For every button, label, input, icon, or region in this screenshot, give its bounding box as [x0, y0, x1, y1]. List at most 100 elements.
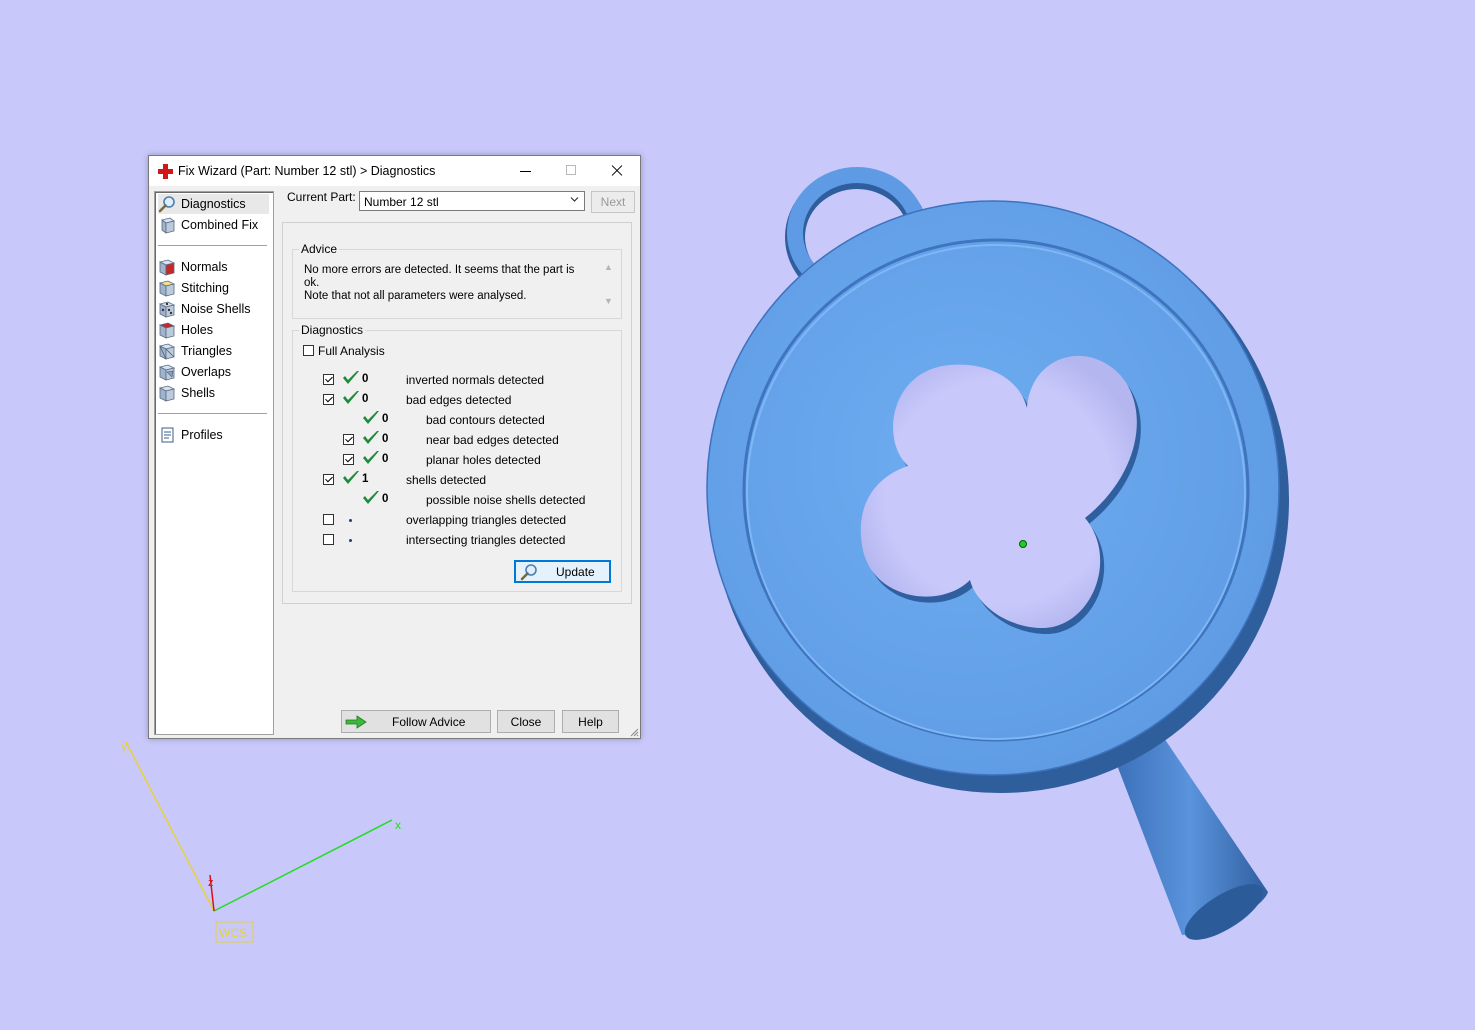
rotation-center-marker	[1019, 540, 1027, 548]
wcs-label: WCS	[219, 926, 247, 940]
close-window-button[interactable]	[594, 156, 640, 186]
z-axis-label: z	[208, 877, 214, 889]
scroll-down-icon[interactable]: ▼	[604, 296, 613, 306]
diagnostic-count: 0	[382, 433, 389, 445]
green-check-icon	[343, 371, 359, 384]
sidebar-item-holes[interactable]: Holes	[158, 320, 269, 340]
current-part-select[interactable]: Number 12 stl	[359, 191, 585, 211]
x-axis-label: x	[395, 818, 401, 832]
holes-cube-icon	[158, 321, 176, 339]
combined-fix-cube-icon	[158, 216, 176, 234]
diagnostic-count: 0	[382, 413, 389, 425]
shells-cube-icon	[158, 384, 176, 402]
diagnostic-count: 0	[362, 373, 369, 385]
advice-group-title: Advice	[299, 242, 340, 256]
diagnostic-label: overlapping triangles detected	[406, 513, 567, 527]
green-check-icon	[363, 451, 379, 464]
diagnostic-checkbox[interactable]	[323, 394, 334, 405]
diagnostic-count: 0	[382, 453, 389, 465]
diagnostic-label: possible noise shells detected	[426, 493, 586, 507]
update-label: Update	[556, 564, 595, 579]
diagnostic-label: inverted normals detected	[406, 373, 545, 387]
sidebar-item-stitching[interactable]: Stitching	[158, 278, 269, 298]
diagnostic-count: 1	[362, 473, 369, 485]
chevron-down-icon	[570, 197, 579, 202]
diagnostic-label: near bad edges detected	[426, 433, 559, 447]
sidebar-item-overlaps[interactable]: Overlaps	[158, 362, 269, 382]
maximize-button[interactable]	[549, 156, 595, 186]
resize-grip-icon[interactable]	[629, 727, 639, 737]
sidebar-item-triangles[interactable]: Triangles	[158, 341, 269, 361]
pending-dot-icon	[349, 519, 352, 522]
diagnostic-label: bad contours detected	[426, 413, 545, 427]
scroll-up-icon[interactable]: ▲	[604, 262, 613, 272]
green-check-icon	[363, 411, 379, 424]
sidebar-item-label: Shells	[181, 386, 216, 400]
sidebar-item-label: Diagnostics	[181, 197, 246, 211]
wcs-axes: y x z WCS	[121, 739, 401, 943]
model-quatrefoil-hole	[860, 355, 1141, 635]
update-button[interactable]: Update	[514, 560, 611, 583]
sidebar-item-label: Normals	[181, 260, 228, 274]
diagnostics-group-title: Diagnostics	[299, 323, 366, 337]
sidebar-item-label: Profiles	[181, 428, 223, 442]
magnifier-icon	[158, 195, 176, 213]
sidebar-item-label: Noise Shells	[181, 302, 251, 316]
diagnostic-checkbox[interactable]	[323, 374, 334, 385]
green-check-icon	[363, 431, 379, 444]
sidebar-item-label: Overlaps	[181, 365, 232, 379]
stitching-cube-icon	[158, 279, 176, 297]
green-check-icon	[343, 471, 359, 484]
minimize-button[interactable]	[503, 156, 549, 186]
sidebar-item-combined-fix[interactable]: Combined Fix	[158, 215, 269, 235]
diagnostic-checkbox[interactable]	[323, 474, 334, 485]
diagnostic-checkbox[interactable]	[343, 434, 354, 445]
sidebar-item-noise-shells[interactable]: Noise Shells	[158, 299, 269, 319]
diagnostic-label: intersecting triangles detected	[406, 533, 566, 547]
green-check-icon	[343, 391, 359, 404]
diagnostic-count: 0	[362, 393, 369, 405]
sidebar-divider	[158, 245, 267, 246]
diagnostic-checkbox[interactable]	[343, 454, 354, 465]
pending-dot-icon	[349, 539, 352, 542]
sidebar-item-normals[interactable]: Normals	[158, 257, 269, 277]
diagnostic-label: bad edges detected	[406, 393, 512, 407]
sidebar-item-shells[interactable]: Shells	[158, 383, 269, 403]
3d-model-part[interactable]	[706, 167, 1289, 950]
y-axis-label: y	[121, 739, 127, 753]
noise-shells-cube-icon	[158, 300, 176, 318]
overlaps-cube-icon	[158, 363, 176, 381]
sidebar-item-label: Combined Fix	[181, 218, 259, 232]
next-button[interactable]: Next	[591, 191, 635, 213]
sidebar-item-label: Holes	[181, 323, 213, 337]
diagnostic-count: 0	[382, 493, 389, 505]
sidebar-item-diagnostics[interactable]: Diagnostics	[158, 194, 269, 214]
document-icon	[158, 426, 176, 444]
y-axis-line	[125, 741, 215, 912]
red-cross-icon	[158, 164, 173, 179]
magnifier-icon	[520, 563, 537, 580]
close-button[interactable]: Close	[497, 710, 555, 733]
diagnostic-checkbox[interactable]	[323, 534, 334, 545]
sidebar-item-label: Triangles	[181, 344, 232, 358]
follow-advice-label: Follow Advice	[392, 714, 466, 729]
current-part-value: Number 12 stl	[364, 195, 439, 209]
diagnostic-label: shells detected	[406, 473, 487, 487]
current-part-label: Current Part:	[287, 190, 356, 204]
sidebar-divider	[158, 413, 267, 414]
wizard-sidebar: Diagnostics Combined Fix Normals Stitchi…	[154, 191, 274, 735]
diagnostic-checkbox[interactable]	[323, 514, 334, 525]
help-button[interactable]: Help	[562, 710, 619, 733]
window-title: Fix Wizard (Part: Number 12 stl) > Diagn…	[178, 164, 436, 178]
full-analysis-checkbox[interactable]	[303, 345, 314, 356]
sidebar-item-profiles[interactable]: Profiles	[158, 425, 269, 445]
advice-scrollbar[interactable]: ▲ ▼	[601, 262, 615, 308]
advice-text: No more errors are detected. It seems th…	[304, 264, 575, 302]
follow-advice-button[interactable]: Follow Advice	[341, 710, 491, 733]
green-check-icon	[363, 491, 379, 504]
advice-group: Advice No more errors are detected. It s…	[292, 242, 622, 319]
diagnostic-label: planar holes detected	[426, 453, 541, 467]
title-bar[interactable]: Fix Wizard (Part: Number 12 stl) > Diagn…	[149, 156, 640, 186]
green-arrow-icon	[345, 714, 367, 729]
fix-wizard-dialog: Fix Wizard (Part: Number 12 stl) > Diagn…	[148, 155, 641, 739]
